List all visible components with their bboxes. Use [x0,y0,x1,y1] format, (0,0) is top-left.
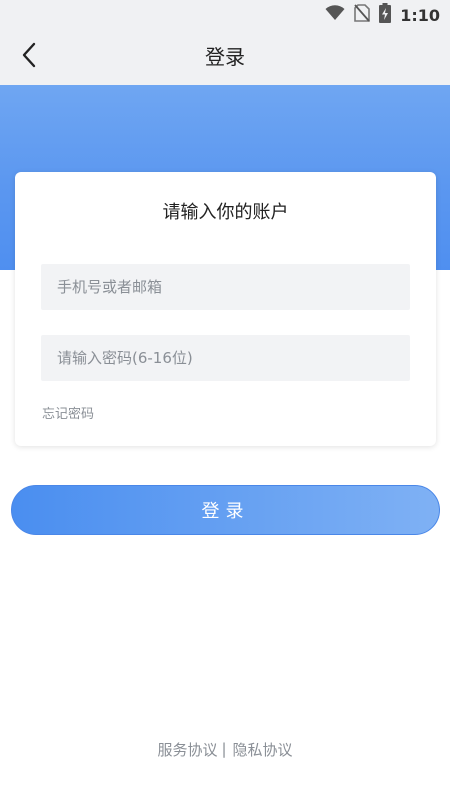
card-title: 请输入你的账户 [162,202,289,223]
app-bar: 登录 [0,30,450,85]
password-input[interactable] [41,335,410,381]
status-bar: 1:10 [0,0,450,30]
back-button[interactable] [14,42,44,72]
wifi-icon [325,5,345,25]
status-icons: 1:10 [325,3,440,27]
account-input[interactable] [41,264,410,310]
battery-charging-icon [379,3,392,27]
privacy-agreement-link[interactable]: 隐私协议 [233,739,293,760]
status-time: 1:10 [400,5,440,25]
chevron-left-icon [21,42,37,72]
forgot-password-link[interactable]: 忘记密码 [42,403,94,422]
service-agreement-link[interactable]: 服务协议 [157,739,217,760]
footer-separator: | [221,740,227,758]
no-sim-icon [354,4,371,26]
page-title: 登录 [205,45,245,69]
login-card: 请输入你的账户 忘记密码 [15,172,436,446]
login-button[interactable]: 登录 [11,485,440,535]
footer-links: 服务协议 | 隐私协议 [0,738,450,760]
